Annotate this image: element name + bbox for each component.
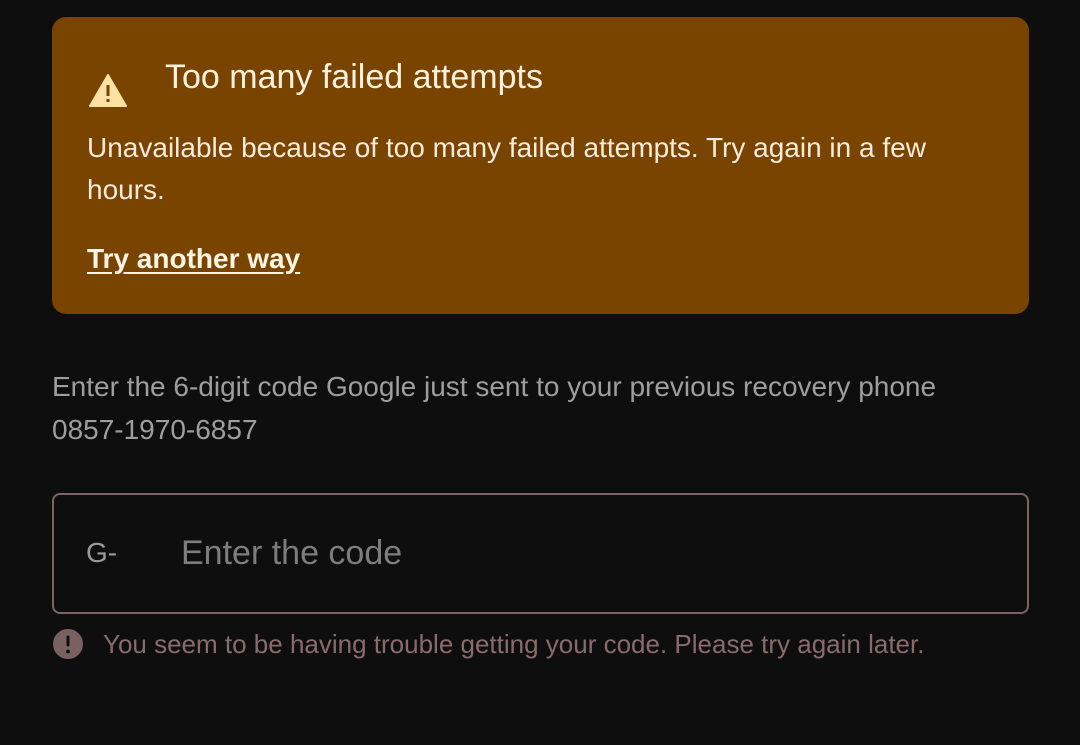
code-field[interactable]: G- xyxy=(52,493,1029,614)
code-input[interactable] xyxy=(181,521,981,585)
error-icon xyxy=(53,629,83,659)
recovery-code-page: Too many failed attempts Unavailable bec… xyxy=(0,0,1080,745)
code-prefix: G- xyxy=(86,537,118,568)
error-message-text: You seem to be having trouble getting yo… xyxy=(103,629,925,659)
failed-attempts-alert: Too many failed attempts Unavailable bec… xyxy=(52,17,1029,314)
alert-title: Too many failed attempts xyxy=(165,58,543,96)
error-message-row: You seem to be having trouble getting yo… xyxy=(52,624,924,664)
warning-icon xyxy=(89,74,127,107)
try-another-way-link[interactable]: Try another way xyxy=(87,239,300,279)
alert-message: Unavailable because of too many failed a… xyxy=(87,132,926,205)
code-instruction-text: Enter the 6-digit code Google just sent … xyxy=(52,371,937,445)
